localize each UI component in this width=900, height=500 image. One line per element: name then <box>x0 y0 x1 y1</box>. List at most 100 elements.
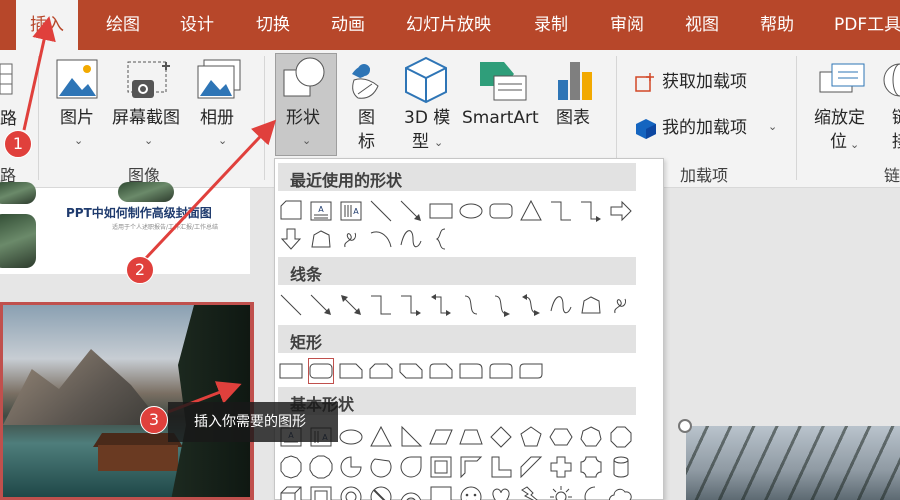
shape-can[interactable] <box>609 455 633 479</box>
tab-animations[interactable]: 动画 <box>331 0 365 50</box>
shape-snip-corner-rect[interactable] <box>279 199 303 223</box>
shape-hexagon[interactable] <box>549 425 573 449</box>
shape-vertical-text-box[interactable]: A <box>339 199 363 223</box>
tab-pdf-tools[interactable]: PDF工具 <box>834 0 900 50</box>
shape-no-symbol[interactable] <box>369 485 393 500</box>
chart-button[interactable]: 图表 <box>554 58 604 148</box>
shape-oval[interactable] <box>459 199 483 223</box>
shape-scribble[interactable] <box>609 293 633 317</box>
my-addins-button[interactable]: 我的加载项 ⌄ <box>632 114 782 144</box>
shape-elbow-arrow-connector[interactable] <box>579 199 603 223</box>
tab-transitions[interactable]: 切换 <box>256 0 290 50</box>
shape-trapezoid[interactable] <box>459 425 483 449</box>
shape-heptagon[interactable] <box>579 425 603 449</box>
shape-freeform[interactable] <box>579 293 603 317</box>
shape-cube[interactable] <box>279 485 303 500</box>
shape-round-single-corner[interactable] <box>459 359 483 383</box>
shape-folded-corner[interactable] <box>429 485 453 500</box>
icons-button[interactable]: 图 标 <box>342 58 394 168</box>
shape-right-arrow[interactable] <box>609 199 633 223</box>
shape-rounded-rect[interactable] <box>308 358 334 384</box>
tab-draw[interactable]: 绘图 <box>106 0 140 50</box>
shape-right-triangle[interactable] <box>399 425 423 449</box>
shape-heart[interactable] <box>489 485 513 500</box>
shape-curved-arrow-connector[interactable] <box>489 293 513 317</box>
tab-review[interactable]: 审阅 <box>610 0 644 50</box>
shape-moon[interactable] <box>579 485 603 500</box>
shape-lightning-bolt[interactable] <box>519 485 543 500</box>
photo-album-button[interactable]: 相册 ⌄ <box>196 58 248 168</box>
3d-models-button[interactable]: 3D 模 型 ⌄ <box>402 56 466 166</box>
shape-pentagon[interactable] <box>519 425 543 449</box>
shape-snip-same-side[interactable] <box>369 359 393 383</box>
zoom-button[interactable]: 缩放定 位 ⌄ <box>810 58 874 168</box>
partial-table-icon[interactable] <box>0 60 14 98</box>
shape-snip-round-corner[interactable] <box>429 359 453 383</box>
shape-smiley-face[interactable] <box>459 485 483 500</box>
shape-down-arrow[interactable] <box>279 227 303 251</box>
slide-thumbnail[interactable]: PPT中如何制作高级封面图 适用于个人述职报告/工作汇报/工作总结 <box>0 182 250 274</box>
smartart-button[interactable]: SmartArt <box>462 58 542 148</box>
shape-donut[interactable] <box>339 485 363 500</box>
shape-pie[interactable] <box>339 455 363 479</box>
shape-sun[interactable] <box>549 485 573 500</box>
tab-design[interactable]: 设计 <box>180 0 214 50</box>
shapes-button[interactable]: 形状 ⌄ <box>275 53 337 156</box>
tab-slideshow[interactable]: 幻灯片放映 <box>406 0 491 50</box>
shape-bevel[interactable] <box>309 485 333 500</box>
tab-view[interactable]: 视图 <box>685 0 719 50</box>
shape-rectangle[interactable] <box>279 359 303 383</box>
shape-parallelogram[interactable] <box>429 425 453 449</box>
shape-round-diagonal[interactable] <box>519 359 543 383</box>
shape-half-frame[interactable] <box>459 455 483 479</box>
shape-plaque[interactable] <box>579 455 603 479</box>
shape-rectangle[interactable] <box>429 199 453 223</box>
shape-line[interactable] <box>369 199 393 223</box>
screenshot-button[interactable]: 屏幕截图 ⌄ <box>110 58 190 168</box>
shape-elbow-connector[interactable] <box>549 199 573 223</box>
link-button[interactable]: 链 接 <box>880 60 900 170</box>
shape-elbow-double-arrow[interactable] <box>429 293 453 317</box>
shape-elbow-connector[interactable] <box>369 293 393 317</box>
tab-record[interactable]: 录制 <box>534 0 568 50</box>
shape-chord[interactable] <box>369 455 393 479</box>
shape-curve[interactable] <box>399 227 423 251</box>
shape-curve[interactable] <box>549 293 573 317</box>
shape-curved-connector[interactable] <box>459 293 483 317</box>
picture-button[interactable]: 图片 ⌄ <box>54 58 102 168</box>
tab-help[interactable]: 帮助 <box>760 0 794 50</box>
shape-scribble[interactable] <box>339 227 363 251</box>
shape-diamond[interactable] <box>489 425 513 449</box>
shape-elbow-arrow-connector[interactable] <box>399 293 423 317</box>
shape-freeform[interactable] <box>309 227 333 251</box>
shape-block-arc[interactable] <box>399 485 423 500</box>
shape-triangle[interactable] <box>519 199 543 223</box>
shape-triangle[interactable] <box>369 425 393 449</box>
shape-decagon[interactable] <box>279 455 303 479</box>
shape-double-arrow-line[interactable] <box>339 293 363 317</box>
selected-slide-thumbnail[interactable] <box>0 302 254 500</box>
get-addins-button[interactable]: 获取加载项 <box>632 68 772 98</box>
shape-oval[interactable] <box>339 425 363 449</box>
rotation-handle[interactable] <box>678 419 692 433</box>
shape-cloud[interactable] <box>609 485 633 500</box>
shape-octagon[interactable] <box>609 425 633 449</box>
shape-rounded-rect[interactable] <box>489 199 513 223</box>
shape-diagonal-stripe[interactable] <box>519 455 543 479</box>
shape-l-shape[interactable] <box>489 455 513 479</box>
shape-left-brace[interactable] <box>429 227 453 251</box>
shape-text-box[interactable]: A <box>309 199 333 223</box>
shape-teardrop[interactable] <box>399 455 423 479</box>
shape-line[interactable] <box>279 293 303 317</box>
tab-insert[interactable]: 插入 <box>16 0 78 50</box>
shape-plus[interactable] <box>549 455 573 479</box>
shape-snip-diagonal[interactable] <box>399 359 423 383</box>
shape-snip-single-corner[interactable] <box>339 359 363 383</box>
shape-arrow-line[interactable] <box>309 293 333 317</box>
shape-arc[interactable] <box>369 227 393 251</box>
shape-dodecagon[interactable] <box>309 455 333 479</box>
canvas-picture[interactable] <box>686 426 900 500</box>
shape-arrow-line[interactable] <box>399 199 423 223</box>
shape-curved-double-arrow[interactable] <box>519 293 543 317</box>
shape-round-same-side[interactable] <box>489 359 513 383</box>
